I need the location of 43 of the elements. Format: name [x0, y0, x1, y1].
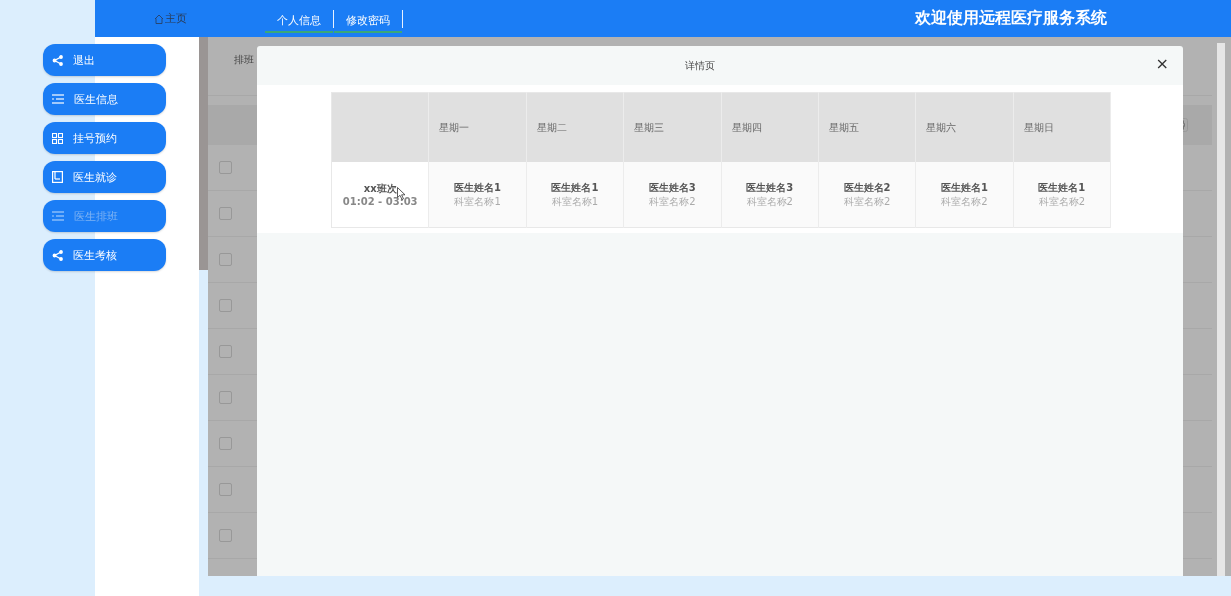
row-checkbox[interactable] — [219, 483, 232, 496]
sidebar-item[interactable]: 医生考核 — [43, 239, 166, 271]
column-header: 星期二 — [526, 92, 624, 162]
dialog-title: 详情页 — [685, 58, 715, 73]
row-checkbox[interactable] — [219, 299, 232, 312]
column-header: 星期四 — [721, 92, 819, 162]
home-link[interactable]: 主页 — [95, 11, 245, 26]
column-header: 星期五 — [818, 92, 916, 162]
grid-icon — [52, 132, 63, 144]
column-header: 星期日 — [1013, 92, 1111, 162]
app-title: 欢迎使用远程医疗服务系统 — [915, 8, 1107, 29]
row-checkbox[interactable] — [219, 207, 232, 220]
row-checkbox[interactable] — [219, 437, 232, 450]
row-checkbox[interactable] — [219, 161, 232, 174]
sidebar-item[interactable]: 医生就诊 — [43, 161, 166, 193]
sidebar-item[interactable]: 挂号预约 — [43, 122, 166, 154]
share-icon — [52, 54, 63, 66]
sidebar-item[interactable]: 退出 — [43, 44, 166, 76]
list-icon — [52, 94, 64, 104]
sidebar-item[interactable]: 医生信息 — [43, 83, 166, 115]
schedule-cell: 医生姓名3 科室名称2 — [623, 162, 721, 228]
home-icon — [153, 13, 164, 24]
row-checkbox[interactable] — [219, 391, 232, 404]
row-checkbox[interactable] — [219, 345, 232, 358]
schedule-cell: 医生姓名1 科室名称1 — [428, 162, 527, 228]
sidebar-scrollbar[interactable] — [199, 37, 208, 270]
schedule-cell: 医生姓名3 科室名称2 — [721, 162, 819, 228]
column-header: 星期三 — [623, 92, 721, 162]
close-button[interactable]: × — [1151, 55, 1173, 73]
column-header: 星期六 — [915, 92, 1014, 162]
column-header: 星期一 — [428, 92, 527, 162]
schedule-cell: 医生姓名1 科室名称2 — [1013, 162, 1111, 228]
shift-cell: xx班次 01:02 - 03:03 — [331, 162, 429, 228]
share-icon — [52, 249, 63, 261]
row-checkbox[interactable] — [219, 253, 232, 266]
schedule-cell: 医生姓名1 科室名称2 — [915, 162, 1014, 228]
book-icon — [52, 171, 63, 183]
scrollbar[interactable] — [1217, 43, 1225, 576]
schedule-cell: 医生姓名1 科室名称1 — [526, 162, 624, 228]
search-label: 排班 — [234, 53, 254, 67]
list-icon — [52, 211, 64, 221]
row-checkbox[interactable] — [219, 529, 232, 542]
schedule-cell: 医生姓名2 科室名称2 — [818, 162, 916, 228]
